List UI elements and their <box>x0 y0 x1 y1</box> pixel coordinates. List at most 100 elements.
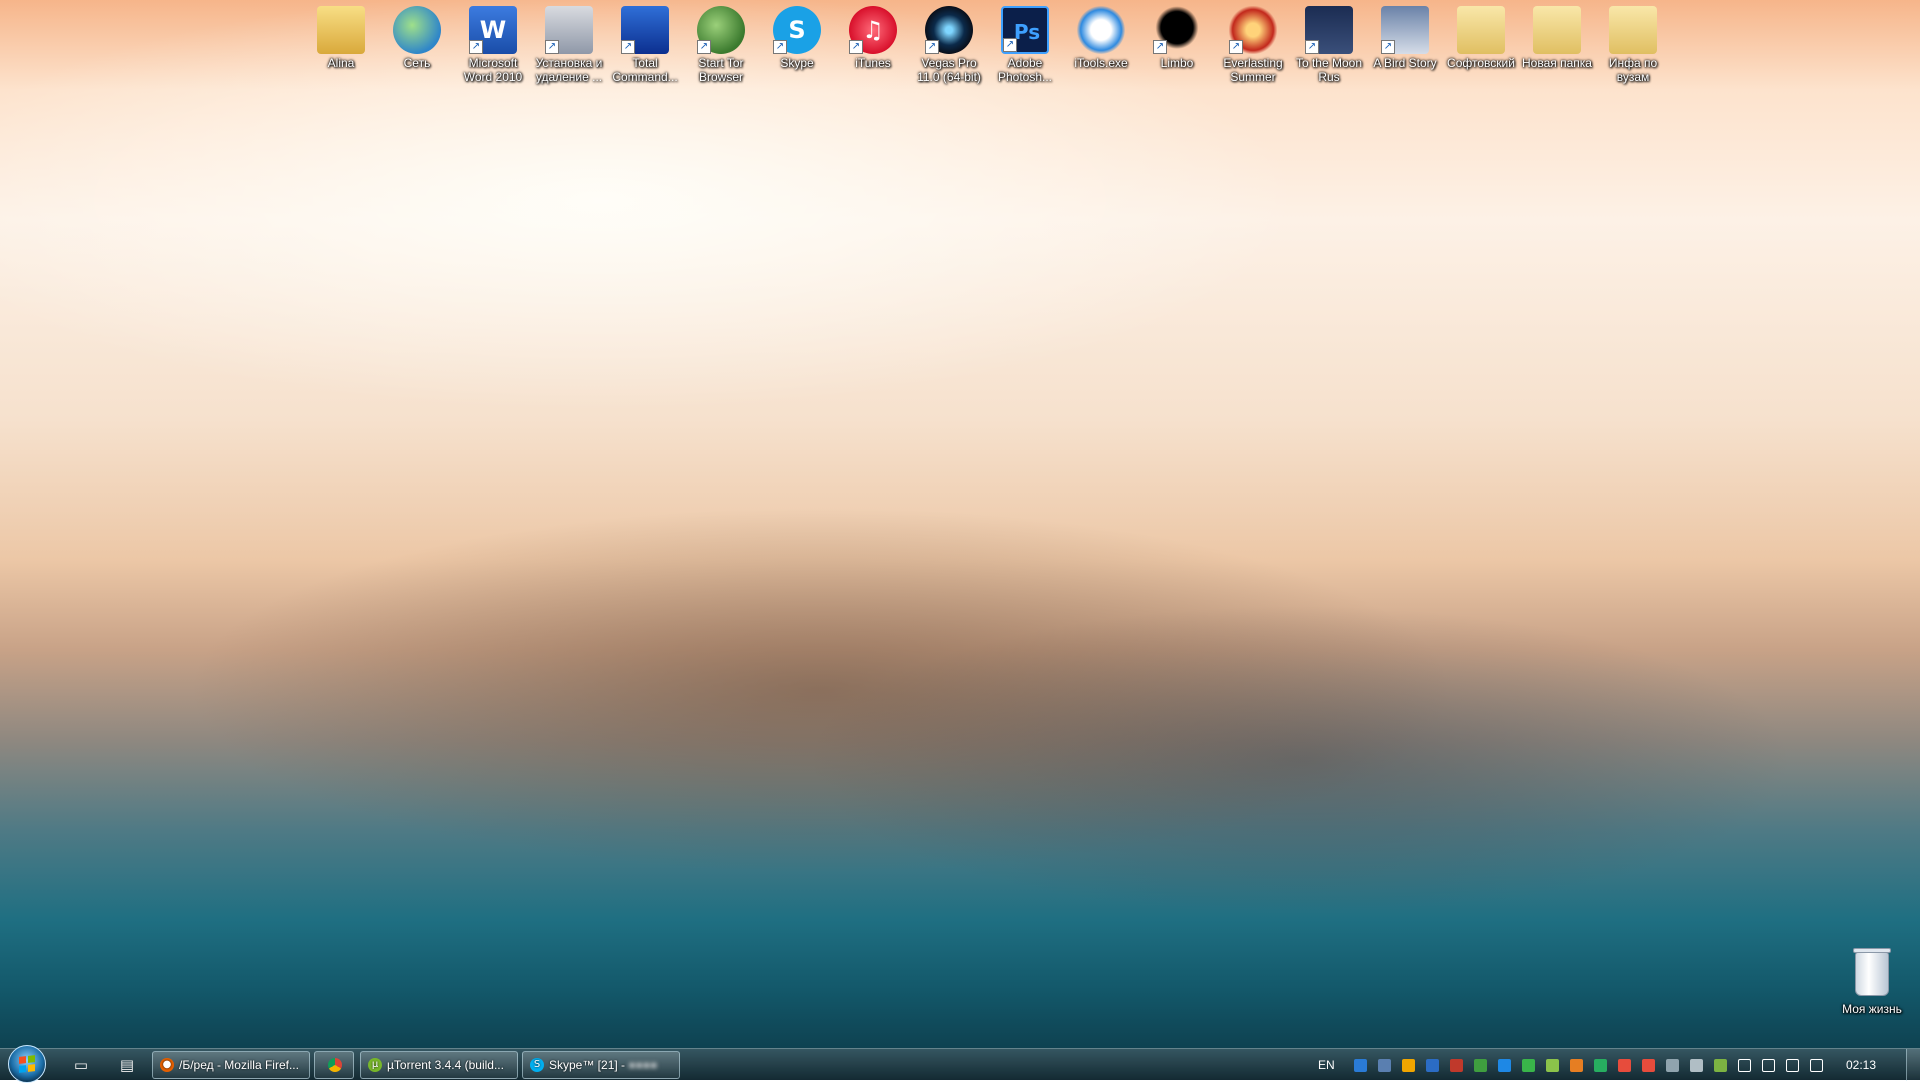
language-indicator[interactable]: EN <box>1318 1058 1335 1072</box>
desktop-icon[interactable]: ↗ Total Command... <box>608 4 682 84</box>
desktop-icon[interactable]: ↗ Установка и удаление ... <box>532 4 606 84</box>
desktop-icon[interactable]: ↗ To the Moon Rus <box>1292 4 1366 84</box>
start-button[interactable] <box>8 1045 46 1083</box>
taskbar-button-chrome[interactable] <box>314 1051 354 1079</box>
skype-icon: S <box>530 1058 544 1072</box>
firefox-icon: ● <box>160 1058 174 1072</box>
shortcut-arrow-icon: ↗ <box>545 40 559 54</box>
media-icon[interactable] <box>1450 1059 1463 1072</box>
monitor-icon[interactable] <box>1666 1059 1679 1072</box>
shield-icon[interactable] <box>1426 1059 1439 1072</box>
box-icon[interactable] <box>1570 1059 1583 1072</box>
desktop-icon[interactable]: ↗ Start Tor Browser <box>684 4 758 84</box>
desktop-icon-label: Everlasting Summer <box>1223 56 1283 84</box>
desktop-icon[interactable]: ↗ Limbo <box>1140 4 1214 70</box>
tool-icon[interactable] <box>1378 1059 1391 1072</box>
transfer-icon[interactable] <box>1498 1059 1511 1072</box>
show-desktop-button[interactable] <box>1906 1049 1920 1081</box>
speaker-device-icon[interactable] <box>1474 1059 1487 1072</box>
moon-game-icon: ↗ <box>1305 6 1353 54</box>
card-icon[interactable] <box>1546 1059 1559 1072</box>
windows-start-icon <box>19 1055 35 1073</box>
skype-icon: S ↗ <box>773 6 821 54</box>
recycle-bin-icon <box>1853 948 1891 996</box>
lightning-icon[interactable] <box>1354 1059 1367 1072</box>
utorrent-icon: µ <box>368 1058 382 1072</box>
user-folder-icon <box>317 6 365 54</box>
desktop-icon-label: Limbo <box>1160 56 1194 70</box>
itools-eye-icon <box>1077 6 1125 54</box>
desktop-icon[interactable]: iTools.exe <box>1064 4 1138 70</box>
shortcut-arrow-icon: ↗ <box>1153 40 1167 54</box>
desktop-wallpaper: Alina Сеть W ↗ Microsoft Word 2010 ↗ Установка… <box>0 0 1920 1083</box>
shortcut-arrow-icon: ↗ <box>1229 40 1243 54</box>
shortcut-arrow-icon: ↗ <box>469 40 483 54</box>
volume-icon[interactable] <box>1810 1059 1823 1072</box>
chat-icon[interactable] <box>1522 1059 1535 1072</box>
shortcut-arrow-icon: ↗ <box>773 40 787 54</box>
desktop-icon-label: Adobe Photosh... <box>997 56 1053 84</box>
tree-icon[interactable] <box>1714 1059 1727 1072</box>
folder-icon <box>1457 6 1505 54</box>
system-tray: EN 02:13 <box>1310 1049 1920 1081</box>
itunes-icon: ♫ ↗ <box>849 6 897 54</box>
photoshop-icon: Ps ↗ <box>1001 6 1049 54</box>
explorer-folder-icon[interactable]: ▭ <box>66 1052 96 1078</box>
shortcut-arrow-icon: ↗ <box>1003 38 1017 52</box>
desktop-icon-label: Total Command... <box>612 56 678 84</box>
word-icon: W ↗ <box>469 6 517 54</box>
orange-circle-icon[interactable] <box>1402 1059 1415 1072</box>
flag-icon[interactable] <box>1738 1059 1751 1072</box>
folder-icon <box>1609 6 1657 54</box>
desktop-icon-label: Софтовский <box>1447 56 1515 70</box>
green-circle-icon[interactable] <box>1594 1059 1607 1072</box>
chrome-icon <box>328 1058 342 1072</box>
shortcut-arrow-icon: ↗ <box>1305 40 1319 54</box>
desktop-icon-label: Установка и удаление ... <box>535 56 603 84</box>
shortcut-arrow-icon: ↗ <box>621 40 635 54</box>
desktop-icon-label: Новая папка <box>1522 56 1592 70</box>
taskbar-button-skype[interactable]: S Skype™ [21] - ■■■■ <box>522 1051 680 1079</box>
device-icon[interactable] <box>1786 1059 1799 1072</box>
desktop-icon-label: Сеть <box>403 56 431 70</box>
desktop-icon[interactable]: Alina <box>304 4 378 70</box>
signal-icon[interactable] <box>1762 1059 1775 1072</box>
shortcut-arrow-icon: ↗ <box>849 40 863 54</box>
desktop-icon-label: Alina <box>327 56 355 70</box>
taskbar-button-utorrent[interactable]: µ µTorrent 3.4.4 (build... <box>360 1051 518 1079</box>
antivirus-icon[interactable] <box>1618 1059 1631 1072</box>
recycle-bin[interactable]: Моя жизнь <box>1824 948 1920 1016</box>
desktop-icon[interactable]: Сеть <box>380 4 454 70</box>
desktop-icon-label: Start Tor Browser <box>698 56 744 84</box>
desktop-icon[interactable]: W ↗ Microsoft Word 2010 <box>456 4 530 84</box>
taskbar-button-firefox[interactable]: ● /Б/ред - Mozilla Firef... <box>152 1051 310 1079</box>
desktop-icon[interactable]: Инфа по вузам <box>1596 4 1670 84</box>
desktop-icon[interactable]: S ↗ Skype <box>760 4 834 70</box>
taskbar: ▭ ▤ ● /Б/ред - Mozilla Firef... µ µTorre… <box>0 1045 1920 1083</box>
vegas-lens-icon: ↗ <box>925 6 973 54</box>
desktop-icon[interactable]: ↗ Vegas Pro 11.0 (64-bit) <box>912 4 986 84</box>
recycle-bin-label: Моя жизнь <box>1842 1002 1902 1016</box>
taskbar-button-label: µTorrent 3.4.4 (build... <box>387 1058 504 1072</box>
clock[interactable]: 02:13 <box>1846 1058 1876 1072</box>
folder-icon <box>1533 6 1581 54</box>
taskbar-button-label: Skype™ [21] - <box>549 1058 629 1072</box>
desktop-icon-label: iTools.exe <box>1074 56 1128 70</box>
desktop-icon[interactable]: ↗ A Bird Story <box>1368 4 1442 70</box>
desktop-icon[interactable]: ♫ ↗ iTunes <box>836 4 910 70</box>
desktop-icon[interactable]: Ps ↗ Adobe Photosh... <box>988 4 1062 84</box>
volume-red-icon[interactable] <box>1642 1059 1655 1072</box>
programs-icon: ↗ <box>545 6 593 54</box>
tor-globe-icon: ↗ <box>697 6 745 54</box>
media-clapper-icon[interactable]: ▤ <box>112 1052 142 1078</box>
desktop-icon-label: A Bird Story <box>1373 56 1437 70</box>
blurred-contact-name: ■■■■ <box>628 1058 658 1072</box>
desktop-icon[interactable]: ↗ Everlasting Summer <box>1216 4 1290 84</box>
shortcut-arrow-icon: ↗ <box>1381 40 1395 54</box>
star-icon: ↗ <box>1229 6 1277 54</box>
taskbar-button-label: /Б/ред - Mozilla Firef... <box>179 1058 299 1072</box>
desktop-icon-label: Skype <box>780 56 814 70</box>
desktop-icon[interactable]: Софтовский <box>1444 4 1518 70</box>
network-icon[interactable] <box>1690 1059 1703 1072</box>
desktop-icon[interactable]: Новая папка <box>1520 4 1594 70</box>
